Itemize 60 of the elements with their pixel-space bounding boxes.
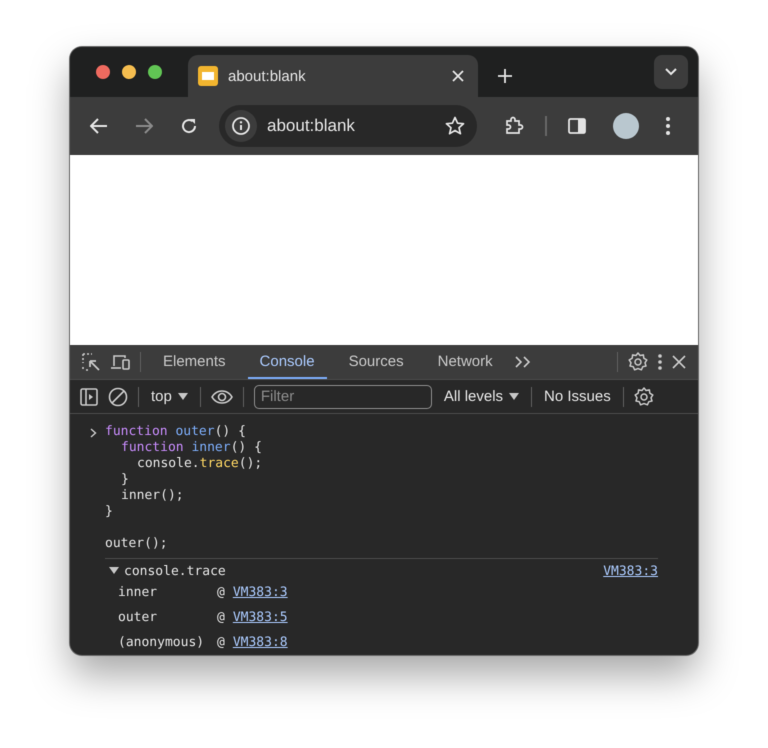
browser-tab[interactable]: about:blank xyxy=(188,55,478,97)
zoom-window-button[interactable] xyxy=(148,65,162,79)
inspect-icon[interactable] xyxy=(82,353,100,371)
prompt-chevron-icon xyxy=(90,428,97,438)
avatar[interactable] xyxy=(613,113,639,139)
eye-icon[interactable] xyxy=(210,390,233,404)
side-panel-icon[interactable] xyxy=(568,118,586,134)
dropdown-triangle-icon xyxy=(178,392,188,400)
close-icon[interactable] xyxy=(672,355,686,369)
minimize-window-button[interactable] xyxy=(122,65,136,79)
frame-name: outer xyxy=(118,610,158,625)
puzzle-icon[interactable] xyxy=(504,116,524,136)
at-sign: @ xyxy=(217,610,225,625)
filter-field[interactable]: Filter xyxy=(254,384,432,408)
sidebar-toggle-icon[interactable] xyxy=(80,388,98,406)
issues-button[interactable]: No Issues xyxy=(542,388,613,405)
code-line: inner(); xyxy=(121,488,184,504)
code-line: function outer() { xyxy=(105,424,246,440)
code-line: } xyxy=(105,504,113,520)
address-bar[interactable]: about:blank xyxy=(219,105,477,147)
more-icon[interactable] xyxy=(666,117,670,135)
page-icon xyxy=(198,66,218,86)
at-sign: @ xyxy=(217,635,225,650)
close-window-button[interactable] xyxy=(96,65,110,79)
source-link[interactable]: VM383:3 xyxy=(603,564,658,578)
back-icon[interactable] xyxy=(90,118,108,134)
devtools-tab[interactable]: Network xyxy=(426,345,505,379)
frame-link[interactable]: VM383:3 xyxy=(232,585,288,600)
trace-label: console.trace xyxy=(124,564,226,578)
expand-triangle-icon[interactable] xyxy=(109,567,119,575)
more-tabs-icon[interactable] xyxy=(514,356,531,368)
code-line: console.trace(); xyxy=(137,456,262,472)
devtools-tab[interactable]: Sources xyxy=(336,345,416,379)
code-line: } xyxy=(121,472,129,488)
frame-link[interactable]: VM383:8 xyxy=(232,635,288,650)
chevron-down-icon xyxy=(665,68,677,76)
more-icon[interactable] xyxy=(658,354,662,370)
context-dropdown[interactable]: top xyxy=(149,388,190,405)
address-text: about:blank xyxy=(267,116,356,136)
settings-icon[interactable] xyxy=(628,352,648,372)
code-line: outer(); xyxy=(105,536,168,552)
devtools-tab[interactable]: Elements xyxy=(151,345,238,379)
device-toolbar-icon[interactable] xyxy=(110,354,130,370)
frame-name: (anonymous) xyxy=(118,635,206,650)
new-tab-icon[interactable] xyxy=(498,69,512,83)
tab-title: about:blank xyxy=(228,68,307,84)
forward-icon[interactable] xyxy=(135,118,153,134)
info-icon[interactable] xyxy=(232,117,250,135)
frame-link[interactable]: VM383:5 xyxy=(232,610,288,625)
frame-name: inner xyxy=(118,585,158,600)
code-line: function inner() { xyxy=(121,440,262,456)
close-icon[interactable] xyxy=(452,70,464,82)
at-sign: @ xyxy=(217,585,225,600)
tab-search-button[interactable] xyxy=(654,55,688,89)
dropdown-triangle-icon xyxy=(509,392,520,400)
clear-console-icon[interactable] xyxy=(108,386,128,406)
settings-icon[interactable] xyxy=(634,386,654,406)
star-icon[interactable] xyxy=(445,116,465,136)
reload-icon[interactable] xyxy=(180,117,198,135)
levels-dropdown[interactable]: All levels xyxy=(442,388,522,405)
